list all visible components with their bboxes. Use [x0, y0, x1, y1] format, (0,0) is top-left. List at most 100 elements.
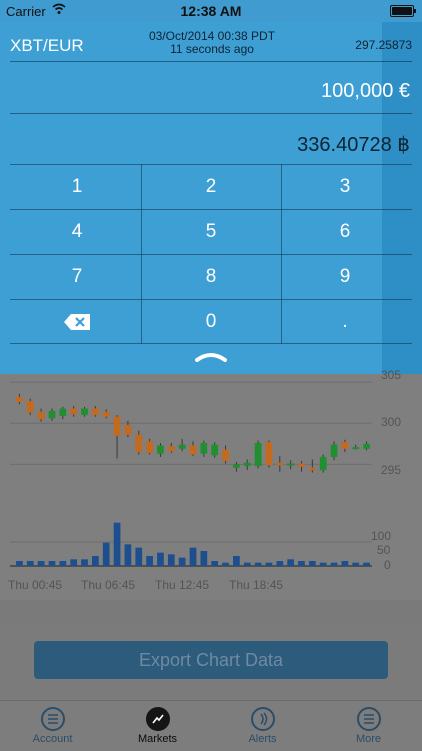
- candle-body: [319, 456, 327, 471]
- candle-body: [59, 408, 67, 416]
- volume-bar: [70, 559, 78, 566]
- more-icon: [356, 707, 381, 731]
- volume-bar: [363, 562, 370, 566]
- key-6[interactable]: 6: [278, 209, 412, 254]
- volume-bar: [254, 562, 262, 566]
- x-tick-label: Thu 06:45: [81, 578, 136, 592]
- tab-label: More: [355, 733, 382, 745]
- volume-bar: [308, 561, 316, 566]
- key-7[interactable]: 7: [10, 254, 144, 299]
- list-icon: [40, 707, 65, 731]
- collapse-handle-icon[interactable]: [195, 352, 227, 362]
- tab-label: Markets: [137, 733, 178, 745]
- export-section: Export Chart Data: [0, 622, 422, 700]
- export-chart-data-button[interactable]: Export Chart Data: [34, 641, 388, 679]
- volume-bar: [178, 557, 186, 566]
- candle-body: [298, 463, 305, 467]
- key-3[interactable]: 3: [278, 164, 412, 209]
- price-chart: 305 300 295 100 50 0 Thu 00:45 Thu 06:45…: [0, 368, 422, 600]
- backspace-icon: [64, 313, 90, 330]
- volume-bar: [200, 551, 208, 566]
- candle-body: [135, 434, 143, 453]
- volume-bar: [26, 561, 34, 566]
- volume-bar: [352, 562, 360, 566]
- volume-bar: [16, 561, 23, 566]
- volume-bar: [102, 542, 110, 566]
- candle-body: [189, 445, 197, 455]
- key-5[interactable]: 5: [144, 209, 278, 254]
- key-decimal[interactable]: .: [278, 299, 412, 344]
- volume-bar: [146, 556, 153, 566]
- y-tick-label: 305: [381, 368, 402, 382]
- tab-label: Alerts: [248, 733, 277, 745]
- x-tick-label: Thu 00:45: [8, 578, 63, 592]
- volume-bar: [157, 552, 164, 566]
- volume-bar: [59, 561, 67, 566]
- key-8[interactable]: 8: [144, 254, 278, 299]
- volume-bar: [330, 562, 338, 566]
- status-bar: Carrier 12:38 AM: [0, 0, 422, 22]
- key-2[interactable]: 2: [144, 164, 278, 209]
- candle-body: [341, 442, 349, 449]
- candle-body: [211, 444, 219, 456]
- battery-icon: [390, 5, 416, 17]
- divider: [10, 61, 412, 62]
- tab-alerts[interactable]: Alerts: [210, 705, 315, 751]
- candle-body: [124, 424, 132, 435]
- candle-body: [157, 445, 164, 454]
- converter-panel: XBT/EUR 03/Oct/2014 00:38 PDT 11 seconds…: [0, 22, 422, 374]
- volume-bar: [287, 559, 294, 566]
- volume-tick-label: 100: [371, 529, 392, 543]
- tab-more[interactable]: More: [316, 705, 421, 751]
- candle-body: [222, 449, 229, 462]
- volume-tick-label: 0: [384, 558, 391, 572]
- tab-bar: Account Markets Alerts More: [0, 700, 422, 751]
- candle-body: [308, 467, 316, 471]
- btc-amount-field[interactable]: 336.40728 ฿: [297, 132, 410, 157]
- tab-account[interactable]: Account: [0, 705, 105, 751]
- y-tick-label: 300: [381, 415, 402, 429]
- candle-body: [265, 442, 273, 466]
- section-divider: [0, 600, 422, 622]
- key-0[interactable]: 0: [144, 299, 278, 344]
- keypad: 1 2 3 4 5 6 7 8 9 0 .: [10, 164, 412, 344]
- candle-body: [81, 408, 88, 416]
- candle-body: [243, 462, 251, 466]
- x-tick-label: Thu 12:45: [155, 578, 210, 592]
- key-9[interactable]: 9: [278, 254, 412, 299]
- fiat-amount-field[interactable]: 100,000 €: [321, 80, 410, 103]
- candle-body: [102, 411, 110, 417]
- volume-bar: [298, 561, 305, 566]
- currency-pair[interactable]: XBT/EUR: [10, 36, 84, 56]
- x-tick-label: Thu 18:45: [229, 578, 284, 592]
- backspace-key[interactable]: [10, 299, 144, 344]
- key-4[interactable]: 4: [10, 209, 144, 254]
- candle-body: [200, 443, 208, 454]
- volume-bar: [243, 562, 251, 566]
- candle-body: [233, 464, 240, 468]
- y-tick-label: 295: [381, 463, 402, 477]
- candle-body: [276, 462, 284, 466]
- current-price: 297.25873: [355, 38, 412, 52]
- volume-bar: [135, 547, 143, 566]
- timestamp: 03/Oct/2014 00:38 PDT 11 seconds ago: [130, 30, 294, 56]
- volume-bar: [233, 556, 240, 566]
- volume-bar: [81, 559, 88, 566]
- candle-body: [37, 411, 45, 420]
- candle-body: [178, 444, 186, 449]
- divider: [10, 113, 412, 114]
- candle-body: [16, 397, 23, 402]
- volume-bar: [211, 561, 219, 566]
- candlestick-chart: [10, 381, 372, 567]
- candle-body: [92, 408, 99, 416]
- candle-body: [363, 443, 370, 449]
- candle-body: [146, 441, 153, 453]
- tab-markets[interactable]: Markets: [105, 705, 210, 751]
- timestamp-ago: 11 seconds ago: [170, 42, 254, 56]
- volume-bar: [276, 561, 284, 566]
- candle-body: [352, 447, 360, 450]
- key-1[interactable]: 1: [10, 164, 144, 209]
- volume-tick-label: 50: [377, 543, 391, 557]
- volume-bar: [124, 544, 132, 566]
- alert-icon: [250, 707, 275, 731]
